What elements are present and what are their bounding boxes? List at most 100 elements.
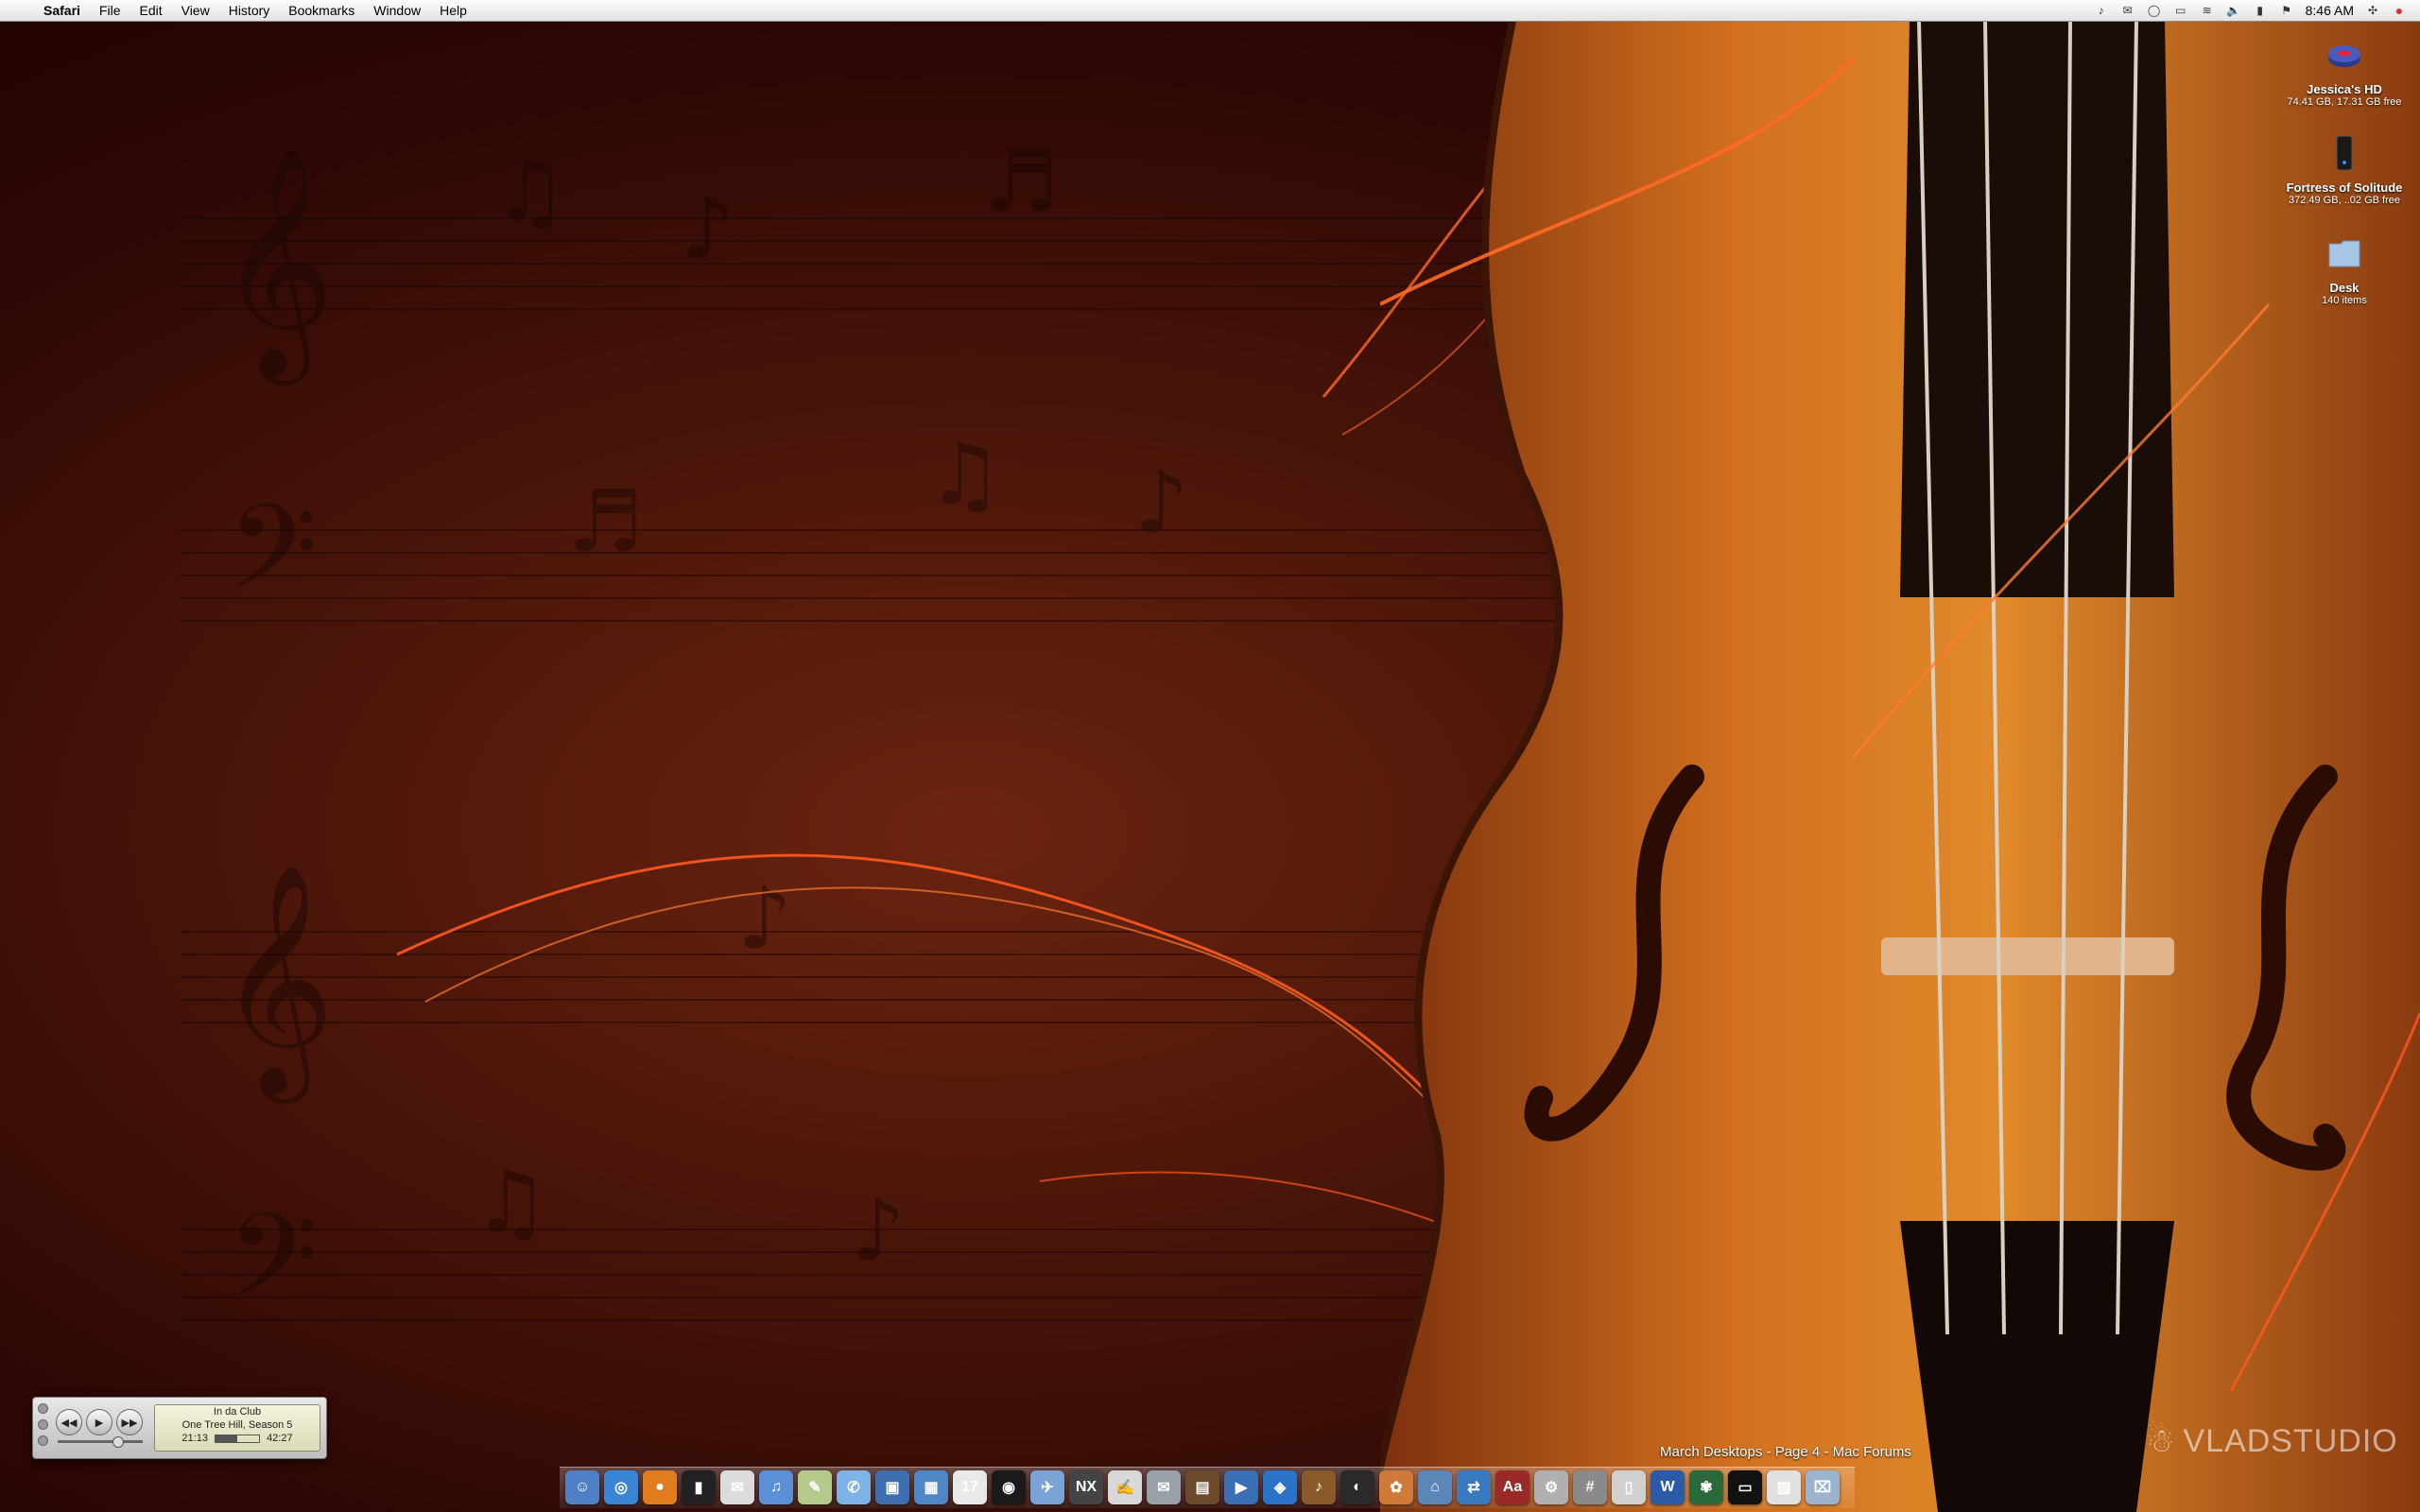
menu-help[interactable]: Help xyxy=(430,0,476,21)
spotlight-icon[interactable]: ● xyxy=(2392,3,2407,18)
dock-item-preview[interactable]: ▣ xyxy=(875,1470,909,1504)
dock-item-system-prefs[interactable]: ⚙ xyxy=(1534,1470,1568,1504)
minimize-button[interactable] xyxy=(38,1419,48,1430)
trash-icon: ⌧ xyxy=(1813,1480,1832,1496)
desktop-icon-info: 74.41 GB, 17.31 GB free xyxy=(2287,96,2402,108)
dock-item-script-editor[interactable]: ✍ xyxy=(1108,1470,1142,1504)
calculator-icon: # xyxy=(1585,1479,1595,1495)
menu-window[interactable]: Window xyxy=(364,0,430,21)
finder-icon: ☺ xyxy=(574,1479,591,1495)
dock-item-photo-booth[interactable]: ▤ xyxy=(1185,1470,1219,1504)
dock-item-front-row[interactable]: ◐ xyxy=(1340,1470,1374,1504)
desktop-icon-label: Desk xyxy=(2329,281,2360,295)
itunes-mini-player[interactable]: ◀◀ ▶ ▶▶ In da Club One Tree Hill, Season… xyxy=(32,1397,327,1459)
dock-item-itunes[interactable]: ♫ xyxy=(759,1470,793,1504)
dock-item-iweb[interactable]: ⌂ xyxy=(1418,1470,1452,1504)
word-icon: W xyxy=(1660,1479,1675,1495)
iphoto-icon: ▦ xyxy=(924,1480,939,1496)
vladstudio-watermark: ☃ VLADSTUDIO xyxy=(2146,1422,2398,1460)
violin-illustration xyxy=(1380,21,2420,1512)
garageband-icon: ♪ xyxy=(1315,1479,1322,1495)
dock-item-textedit[interactable]: ✎ xyxy=(798,1470,832,1504)
idvd-icon: ◈ xyxy=(1273,1480,1287,1496)
ical-icon: 17 xyxy=(961,1479,978,1495)
previous-track-button[interactable]: ◀◀ xyxy=(56,1409,82,1435)
spaces-icon[interactable]: ✣ xyxy=(2365,4,2380,17)
progress-bar[interactable] xyxy=(215,1434,260,1443)
dock-item-growl[interactable]: ✿ xyxy=(1379,1470,1413,1504)
script-editor-icon: ✍ xyxy=(1115,1480,1134,1496)
dock-item-imovie[interactable]: ▶ xyxy=(1224,1470,1258,1504)
display-icon[interactable]: ▭ xyxy=(2173,4,2188,17)
dock-item-calculator[interactable]: # xyxy=(1573,1470,1607,1504)
utility-icon: ▯ xyxy=(1624,1480,1634,1496)
battery-icon[interactable]: ▮ xyxy=(2253,4,2268,17)
dock-item-iphone[interactable]: ▮ xyxy=(682,1470,716,1504)
desktop-icon-label: Fortress of Solitude xyxy=(2286,180,2403,195)
dock-item-terminal[interactable]: ▭ xyxy=(1728,1470,1762,1504)
dock-item-dvd-player[interactable]: ◉ xyxy=(992,1470,1026,1504)
total-time: 42:27 xyxy=(267,1433,293,1444)
itunes-icon: ♫ xyxy=(770,1479,782,1495)
menu-edit[interactable]: Edit xyxy=(130,0,171,21)
dock-item-network-utility[interactable]: ⇄ xyxy=(1457,1470,1491,1504)
next-track-button[interactable]: ▶▶ xyxy=(116,1409,143,1435)
music-note-icon[interactable]: ♪ xyxy=(2094,4,2109,17)
system-prefs-icon: ⚙ xyxy=(1544,1480,1559,1496)
volume-icon[interactable]: 🔈 xyxy=(2226,4,2241,17)
dock-item-idvd[interactable]: ◈ xyxy=(1263,1470,1297,1504)
menu-extras: ♪ ✉ ◯ ▭ ≋ 🔈 ▮ ⚑ 8:46 AM ✣ ● xyxy=(2094,3,2420,18)
menu-bookmarks[interactable]: Bookmarks xyxy=(279,0,364,21)
dock-item-trash[interactable]: ⌧ xyxy=(1806,1470,1840,1504)
progress-fill xyxy=(216,1435,237,1442)
dock-item-screenshot[interactable]: ▧ xyxy=(1767,1470,1801,1504)
menu-history[interactable]: History xyxy=(219,0,280,21)
menu-app-name[interactable]: Safari xyxy=(34,0,90,21)
dock-item-ichat[interactable]: ✆ xyxy=(837,1470,871,1504)
dock-item-finder[interactable]: ☺ xyxy=(565,1470,599,1504)
dock-item-stamp[interactable]: ✉ xyxy=(1147,1470,1181,1504)
wifi-icon[interactable]: ≋ xyxy=(2200,4,2215,17)
desktop-icon-info: 140 items xyxy=(2322,295,2367,306)
dock-item-mail-app[interactable]: ✈ xyxy=(1030,1470,1064,1504)
dock-item-safari[interactable]: ◎ xyxy=(604,1470,638,1504)
desktop-icon-jessicas-hd[interactable]: Jessica's HD 74.41 GB, 17.31 GB free xyxy=(2273,36,2415,108)
dock-item-ical[interactable]: 17 xyxy=(953,1470,987,1504)
close-button[interactable] xyxy=(38,1403,48,1414)
dock: ☺ ◎ ● ▮ ✉ ♫ ✎ ✆ ▣ ▦ 17 ◉ ✈ NX ✍ ✉ ▤ ▶ ◈ ♪ ◐ ✿ ⌂ ⇄ Aa ⚙ # ▯ W ✾ ▭ ▧ ⌧ xyxy=(560,1467,1855,1508)
external-drive-icon xyxy=(2336,135,2353,171)
dock-item-firefox[interactable]: ● xyxy=(643,1470,677,1504)
dock-item-word[interactable]: W xyxy=(1651,1470,1685,1504)
dock-item-nx[interactable]: NX xyxy=(1069,1470,1103,1504)
dock-item-plant[interactable]: ✾ xyxy=(1689,1470,1723,1504)
folder-icon xyxy=(2328,240,2360,267)
mail-icon[interactable]: ✉ xyxy=(2120,4,2135,17)
photo-booth-icon: ▤ xyxy=(1195,1480,1210,1496)
dock-item-garageband[interactable]: ♪ xyxy=(1302,1470,1336,1504)
screenshot-icon: ▧ xyxy=(1776,1480,1791,1496)
elapsed-time: 21:13 xyxy=(182,1433,208,1444)
dock-item-dictionary[interactable]: Aa xyxy=(1495,1470,1530,1504)
dock-item-iphoto[interactable]: ▦ xyxy=(914,1470,948,1504)
ichat-icon: ✆ xyxy=(847,1480,860,1496)
track-album: One Tree Hill, Season 5 xyxy=(182,1419,293,1431)
volume-slider[interactable] xyxy=(58,1436,143,1448)
menu-view[interactable]: View xyxy=(172,0,219,21)
dock-item-utility[interactable]: ▯ xyxy=(1612,1470,1646,1504)
safari-icon: ◎ xyxy=(614,1480,628,1496)
circle-icon[interactable]: ◯ xyxy=(2147,4,2162,17)
window-controls xyxy=(38,1403,48,1446)
zoom-button[interactable] xyxy=(38,1435,48,1446)
iweb-icon: ⌂ xyxy=(1430,1479,1440,1495)
imovie-icon: ▶ xyxy=(1235,1480,1248,1496)
firefox-icon: ● xyxy=(655,1479,665,1495)
dock-item-mail[interactable]: ✉ xyxy=(720,1470,754,1504)
dock-tooltip: March Desktops - Page 4 - Mac Forums xyxy=(1660,1444,1911,1460)
play-button[interactable]: ▶ xyxy=(86,1409,112,1435)
menubar-clock[interactable]: 8:46 AM xyxy=(2306,3,2354,18)
desktop-icon-fortress[interactable]: Fortress of Solitude 372.49 GB, ..02 GB … xyxy=(2273,134,2415,206)
desktop-icon-desk[interactable]: Desk 140 items xyxy=(2273,234,2415,306)
menu-file[interactable]: File xyxy=(90,0,130,21)
flag-icon[interactable]: ⚑ xyxy=(2279,4,2294,17)
mail-icon: ✉ xyxy=(731,1480,744,1496)
